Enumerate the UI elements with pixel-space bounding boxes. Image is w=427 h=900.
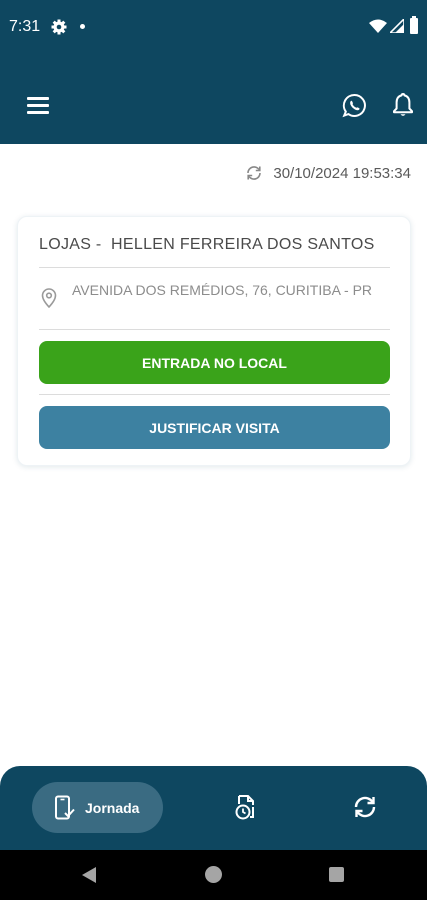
refresh-icon[interactable] — [245, 164, 263, 182]
divider — [39, 394, 390, 395]
location-pin-icon — [41, 288, 57, 308]
check-in-button[interactable]: ENTRADA NO LOCAL — [39, 341, 390, 384]
visit-card: LOJAS - HELLEN FERREIRA DOS SANTOS AVENI… — [17, 216, 411, 466]
whatsapp-icon[interactable] — [342, 93, 367, 118]
screen: 7:31 30/10/2024 19:53:34 LOJAS - HELLEN … — [0, 0, 427, 900]
sync-icon[interactable] — [352, 793, 378, 821]
last-sync-row: 30/10/2024 19:53:34 — [245, 162, 411, 184]
back-icon[interactable] — [81, 866, 97, 884]
home-icon[interactable] — [205, 866, 222, 883]
gear-icon — [51, 19, 67, 35]
last-sync-timestamp: 30/10/2024 19:53:34 — [273, 164, 411, 182]
store-address: AVENIDA DOS REMÉDIOS, 76, CURITIBA - PR — [72, 282, 373, 298]
document-clock-icon[interactable] — [233, 793, 259, 821]
signal-icon — [390, 19, 404, 33]
dot-icon — [80, 24, 85, 29]
bell-icon[interactable] — [392, 92, 414, 118]
status-time: 7:31 — [9, 18, 41, 35]
store-title: LOJAS - HELLEN FERREIRA DOS SANTOS — [39, 236, 375, 253]
system-navigation-bar — [0, 850, 427, 900]
bottom-navigation: Jornada — [0, 766, 427, 850]
app-bar — [0, 58, 427, 144]
menu-icon[interactable] — [27, 97, 49, 114]
tab-jornada[interactable]: Jornada — [32, 782, 163, 833]
battery-icon — [410, 16, 418, 34]
wifi-icon — [369, 19, 387, 33]
divider — [39, 329, 390, 330]
justify-visit-button[interactable]: JUSTIFICAR VISITA — [39, 406, 390, 449]
recents-icon[interactable] — [329, 867, 344, 882]
tab-jornada-label: Jornada — [85, 799, 140, 816]
status-bar: 7:31 — [0, 0, 427, 58]
divider — [39, 267, 390, 268]
phone-check-icon — [55, 795, 75, 819]
